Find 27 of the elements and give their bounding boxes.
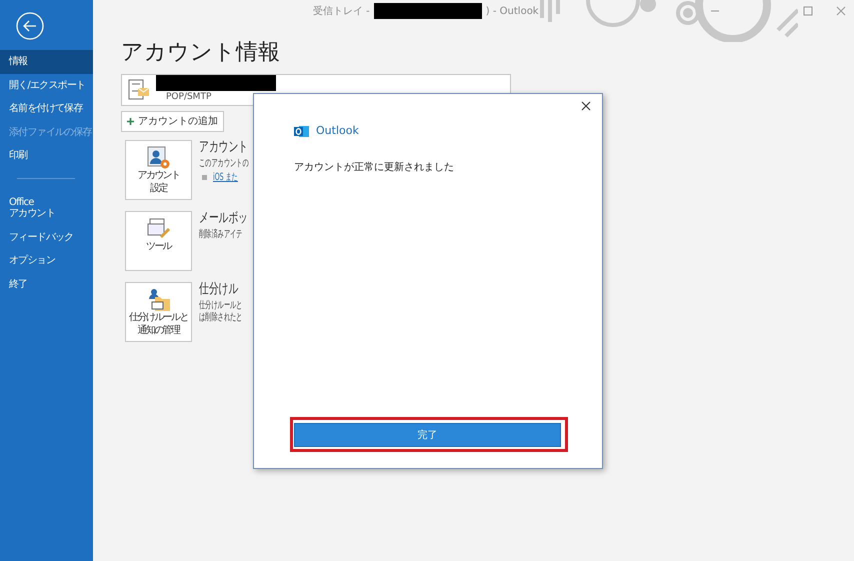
section-text: 仕分けルールと: [199, 300, 242, 312]
add-account-button[interactable]: アカウントの追加: [121, 111, 224, 132]
sidebar-item[interactable]: フィードバック: [0, 226, 93, 249]
section-text: は削除されたと: [199, 312, 242, 324]
sidebar-item[interactable]: Office アカウント: [0, 190, 93, 226]
sidebar-item[interactable]: 名前を付けて保存: [0, 97, 93, 120]
dialog-message: アカウントが正常に更新されました: [294, 160, 454, 175]
sidebar-item[interactable]: オプション: [0, 249, 93, 272]
tile-button[interactable]: ツール: [125, 211, 192, 272]
section-text: このアカウントの: [199, 158, 249, 170]
link[interactable]: iOS また: [213, 170, 238, 185]
sidebar-item[interactable]: 情報: [0, 50, 93, 74]
section-title: 仕分けル: [199, 282, 238, 298]
window-title: ) - Outlook: [486, 4, 539, 18]
section-text: 削除済みアイテ: [199, 228, 242, 241]
page-heading: アカウント情報: [121, 40, 281, 66]
window-title: 受信トレイ -: [313, 4, 370, 18]
account-type: POP/SMTP: [166, 90, 212, 104]
done-button[interactable]: 完了: [294, 423, 561, 447]
tile-button[interactable]: 仕分けルールと 通知の管理: [125, 282, 192, 342]
tile-button[interactable]: アカウント 設定: [125, 140, 192, 200]
sidebar-item[interactable]: 印刷: [0, 144, 93, 168]
section-title: アカウント: [199, 140, 248, 156]
sidebar-item[interactable]: 終了: [0, 272, 93, 296]
app-name: Outlook: [316, 123, 359, 139]
section-title: メールボッ: [199, 211, 248, 227]
sidebar-item[interactable]: 開く/エクスポート: [0, 74, 93, 97]
